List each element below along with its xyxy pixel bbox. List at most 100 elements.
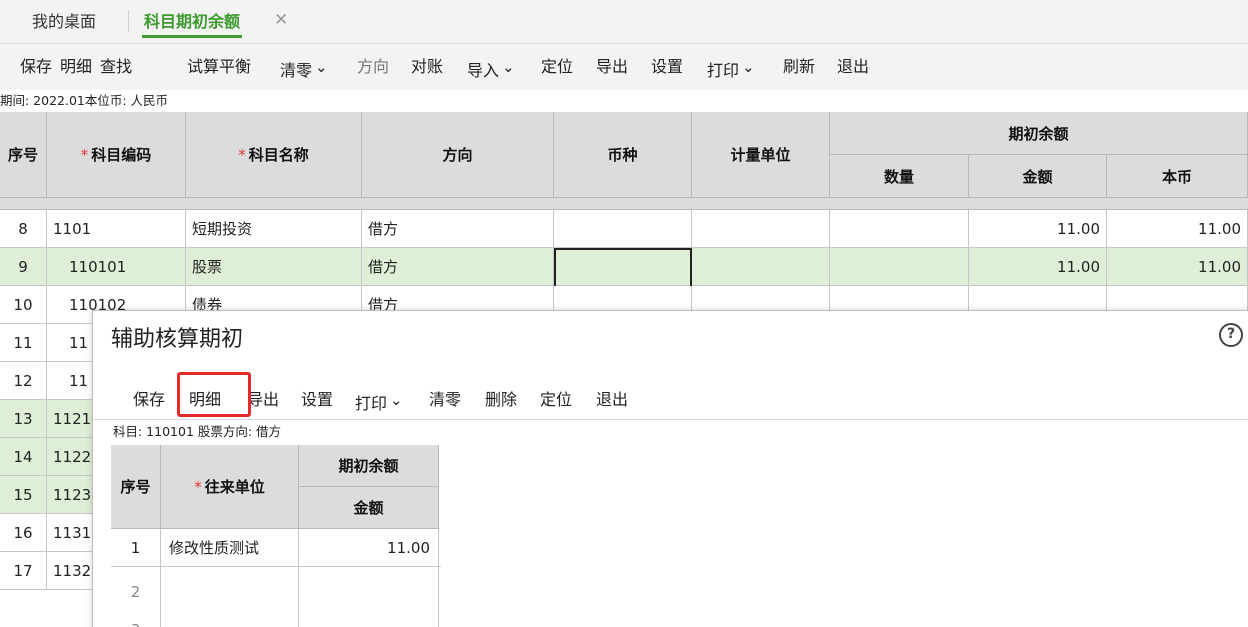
clear-button[interactable]: 清零 ⌄ [280,54,328,80]
row-amount[interactable]: 11.00 [969,248,1107,286]
close-icon[interactable]: ✕ [274,10,288,30]
row-seq[interactable]: 8 [0,210,47,248]
dialog-print-label: 打印 [355,394,388,413]
dialog-row-seq[interactable]: 2 [111,567,161,605]
dialog-row-partner[interactable] [161,605,299,627]
row-account-name[interactable]: 股票 [186,248,362,286]
refresh-label: 刷新 [783,57,816,76]
dialog-save-button[interactable]: 保存 [133,387,165,413]
dialog-row-partner[interactable]: 修改性质测试 [161,529,299,567]
header-currency: 币种 [554,112,692,198]
row-qty[interactable] [830,248,969,286]
dialog-table-row[interactable]: 3 [111,605,441,627]
row-seq[interactable]: 9 [0,248,47,286]
row-unit[interactable] [692,248,830,286]
row-seq[interactable]: 12 [0,362,47,400]
table-row[interactable]: 9 110101 股票 借方 11.00 11.00 [0,248,1248,288]
dialog-settings-button[interactable]: 设置 [301,387,333,413]
row-direction[interactable]: 借方 [362,210,554,248]
find-label: 查找 [100,57,133,76]
row-base[interactable]: 11.00 [1107,210,1248,248]
header-opening-balance: 期初余额 [830,112,1248,155]
dialog-clear-button[interactable]: 清零 [429,387,461,413]
dialog-table-row[interactable]: 1 修改性质测试 11.00 [111,529,441,567]
dialog-row-amount[interactable] [299,567,439,605]
chevron-down-icon: ⌄ [502,58,515,76]
header-qty: 数量 [830,155,969,198]
row-amount[interactable]: 11.00 [969,210,1107,248]
header-code: * 科目编码 [47,112,186,198]
row-seq[interactable]: 16 [0,514,47,552]
import-label: 导入 [467,61,500,80]
tab-bar: 我的桌面 科目期初余额 ✕ [0,0,1248,44]
detail-label: 明细 [60,57,93,76]
dialog-exit-button[interactable]: 退出 [596,387,628,413]
dialog-grid: 序号 *往来单位 期初余额 金额 1修改性质测试11.0023 [111,445,441,627]
row-code[interactable]: 110101 [47,248,186,286]
dialog-row-amount[interactable] [299,605,439,627]
row-seq[interactable]: 15 [0,476,47,514]
tab-opening-balance[interactable]: 科目期初余额 [141,8,243,38]
tab-my-desktop[interactable]: 我的桌面 [32,8,96,36]
print-button[interactable]: 打印 ⌄ [707,54,755,80]
row-code[interactable]: 1101 [47,210,186,248]
header-seq: 序号 [0,112,47,198]
dialog-account-info: 科目: 110101 股票方向: 借方 [113,424,282,439]
dialog-row-seq[interactable]: 1 [111,529,161,567]
row-currency[interactable] [554,210,692,248]
refresh-button[interactable]: 刷新 [783,54,815,80]
selected-cell[interactable] [554,248,692,288]
settings-button[interactable]: 设置 [651,54,683,80]
dialog-header-opening: 期初余额 [299,445,439,487]
reconcile-label: 对账 [411,57,444,76]
locate-label: 定位 [541,57,574,76]
help-icon[interactable]: ? [1219,323,1243,347]
dialog-exit-label: 退出 [596,390,629,409]
exit-button[interactable]: 退出 [837,54,869,80]
dialog-export-label: 导出 [247,390,280,409]
row-seq[interactable]: 14 [0,438,47,476]
direction-button[interactable]: 方向 [357,54,389,80]
chevron-down-icon: ⌄ [742,58,755,76]
locate-button[interactable]: 定位 [541,54,573,80]
dialog-table-row[interactable]: 2 [111,567,441,609]
settings-label: 设置 [651,57,684,76]
row-unit[interactable] [692,210,830,248]
auxiliary-opening-dialog: 辅助核算期初 ? 保存 明细 导出 设置 打印 ⌄ 清零 删除 定位 退出 科目: 110101 … [92,310,1248,627]
chevron-down-icon: ⌄ [390,391,403,409]
dialog-delete-button[interactable]: 删除 [485,387,517,413]
import-button[interactable]: 导入 ⌄ [467,54,515,80]
dialog-locate-button[interactable]: 定位 [540,387,572,413]
header-direction: 方向 [362,112,554,198]
dialog-row-amount[interactable]: 11.00 [299,529,439,567]
dialog-row-seq[interactable]: 3 [111,605,161,627]
save-button[interactable]: 保存 [20,54,52,80]
row-seq[interactable]: 17 [0,552,47,590]
dialog-header-amount: 金额 [299,487,439,529]
detail-button[interactable]: 明细 [60,54,92,80]
reconcile-button[interactable]: 对账 [411,54,443,80]
dialog-export-button[interactable]: 导出 [247,387,279,413]
dialog-divider [93,419,1248,420]
dialog-row-partner[interactable] [161,567,299,605]
row-direction[interactable]: 借方 [362,248,554,286]
chevron-down-icon: ⌄ [315,58,328,76]
period-info: 期间: 2022.01本位币: 人民币 [0,93,169,108]
dialog-print-button[interactable]: 打印 ⌄ [355,387,403,413]
row-account-name[interactable]: 短期投资 [186,210,362,248]
table-row[interactable]: 8 1101 短期投资 借方 11.00 11.00 [0,210,1248,248]
header-base: 本币 [1107,155,1248,198]
row-seq[interactable]: 11 [0,324,47,362]
dialog-locate-label: 定位 [540,390,573,409]
find-button[interactable]: 查找 [100,54,132,80]
trial-balance-button[interactable]: 试算平衡 [187,54,251,80]
dialog-toolbar: 保存 明细 导出 设置 打印 ⌄ 清零 删除 定位 退出 [93,383,1248,417]
main-toolbar: 保存 明细 查找 试算平衡 清零 ⌄ 方向 对账 导入 ⌄ 定位 导出 设置 打印 ⌄ 刷新 退出 [0,44,1248,90]
row-base[interactable]: 11.00 [1107,248,1248,286]
row-qty[interactable] [830,210,969,248]
trial-balance-label: 试算平衡 [187,57,252,76]
dialog-clear-label: 清零 [429,390,462,409]
row-seq[interactable]: 13 [0,400,47,438]
row-seq[interactable]: 10 [0,286,47,324]
export-button[interactable]: 导出 [596,54,628,80]
